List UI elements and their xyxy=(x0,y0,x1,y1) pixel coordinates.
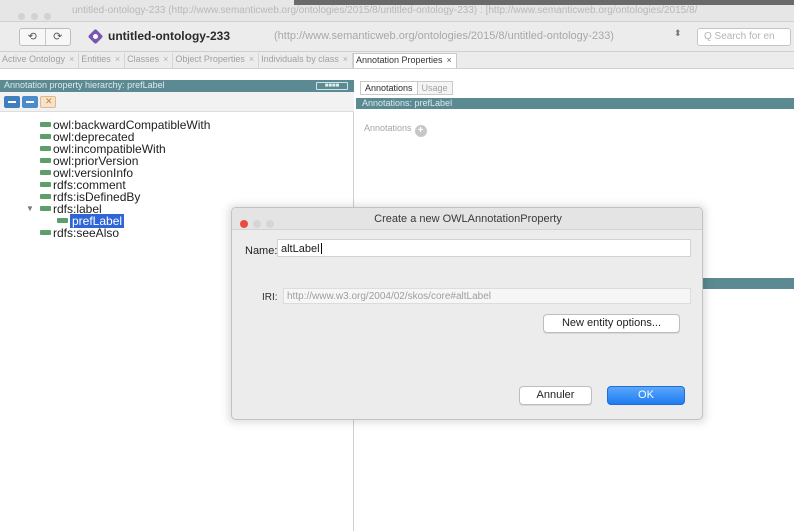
ontology-toolbar: ⟲ ⟳ untitled-ontology-233 (http://www.se… xyxy=(0,22,794,52)
property-icon xyxy=(40,230,51,235)
close-icon[interactable]: × xyxy=(249,54,254,64)
forward-icon[interactable]: ⟳ xyxy=(44,29,71,45)
close-icon[interactable]: × xyxy=(69,54,74,64)
ontology-name[interactable]: untitled-ontology-233 xyxy=(108,29,230,43)
iri-field[interactable]: http://www.w3.org/2004/02/skos/core#altL… xyxy=(283,288,691,304)
name-input[interactable]: altLabel xyxy=(277,239,691,257)
tab-bar: Active Ontology × Entities × Classes × Object … xyxy=(0,52,794,69)
delete-property-icon[interactable] xyxy=(40,96,56,108)
tab-active-ontology[interactable]: Active Ontology × xyxy=(0,53,80,68)
tree-item[interactable]: rdfs:seeAlso xyxy=(40,226,119,240)
panel-title: Annotation property hierarchy: prefLabel xyxy=(4,80,165,90)
tab-annotations[interactable]: Annotations xyxy=(360,81,418,95)
hierarchy-toolbar xyxy=(0,92,354,112)
tab-object-properties[interactable]: Object Properties × xyxy=(173,53,260,68)
text-caret xyxy=(320,243,322,254)
add-subproperty-icon[interactable] xyxy=(4,96,20,108)
property-icon xyxy=(57,218,68,223)
search-input[interactable]: Q Search for en xyxy=(697,28,791,46)
add-annotation-icon[interactable]: + xyxy=(414,125,427,137)
property-icon xyxy=(40,122,51,127)
annotation-panel-tabs: Annotations Usage xyxy=(360,81,453,95)
property-icon xyxy=(40,158,51,163)
expand-triangle-icon[interactable]: ▼ xyxy=(26,202,34,216)
close-icon[interactable]: × xyxy=(163,54,168,64)
window-title: untitled-ontology-233 (http://www.semant… xyxy=(72,5,698,16)
close-icon[interactable]: × xyxy=(343,54,348,64)
name-label: Name: xyxy=(245,245,278,257)
back-icon[interactable]: ⟲ xyxy=(20,29,45,45)
navigation-buttons: ⟲ ⟳ xyxy=(19,28,71,46)
annotations-header-title: Annotations: prefLabel xyxy=(362,98,453,108)
title-overlay-strip xyxy=(294,0,794,5)
dialog-title: Create a new OWLAnnotationProperty xyxy=(374,213,562,225)
tab-entities[interactable]: Entities × xyxy=(79,53,126,68)
tab-classes[interactable]: Classes × xyxy=(125,53,174,68)
protege-window: untitled-ontology-233 (http://www.semant… xyxy=(0,0,794,531)
close-icon[interactable]: × xyxy=(447,55,452,65)
add-sibling-property-icon[interactable] xyxy=(22,96,38,108)
cancel-button[interactable]: Annuler xyxy=(519,386,592,405)
close-icon[interactable]: × xyxy=(115,54,120,64)
property-icon xyxy=(40,206,51,211)
property-icon xyxy=(40,170,51,175)
property-icon xyxy=(40,182,51,187)
ontology-dropdown-icon[interactable]: ⬍ xyxy=(674,28,682,39)
annotations-row: Annotations + xyxy=(364,123,427,137)
ok-button[interactable]: OK xyxy=(607,386,685,405)
panel-options-icon[interactable]: ■■■■ xyxy=(316,82,348,90)
panel-header: Annotation property hierarchy: prefLabel… xyxy=(0,80,354,92)
new-entity-options-button[interactable]: New entity options... xyxy=(543,314,680,333)
property-icon xyxy=(40,134,51,139)
tab-usage[interactable]: Usage xyxy=(416,81,453,95)
ontology-icon xyxy=(87,28,104,45)
iri-label: IRI: xyxy=(262,292,278,303)
tab-annotation-properties[interactable]: Annotation Properties × xyxy=(352,53,457,68)
annotations-label: Annotations xyxy=(364,123,412,133)
tab-individuals-by-class[interactable]: Individuals by class × xyxy=(259,53,353,68)
annotations-header: Annotations: prefLabel xyxy=(356,98,794,109)
ontology-iri: (http://www.semanticweb.org/ontologies/2… xyxy=(274,30,614,42)
create-annotation-property-dialog: Create a new OWLAnnotationProperty Name:… xyxy=(231,207,703,420)
property-icon xyxy=(40,194,51,199)
dialog-title-bar: Create a new OWLAnnotationProperty xyxy=(232,208,702,230)
property-icon xyxy=(40,146,51,151)
